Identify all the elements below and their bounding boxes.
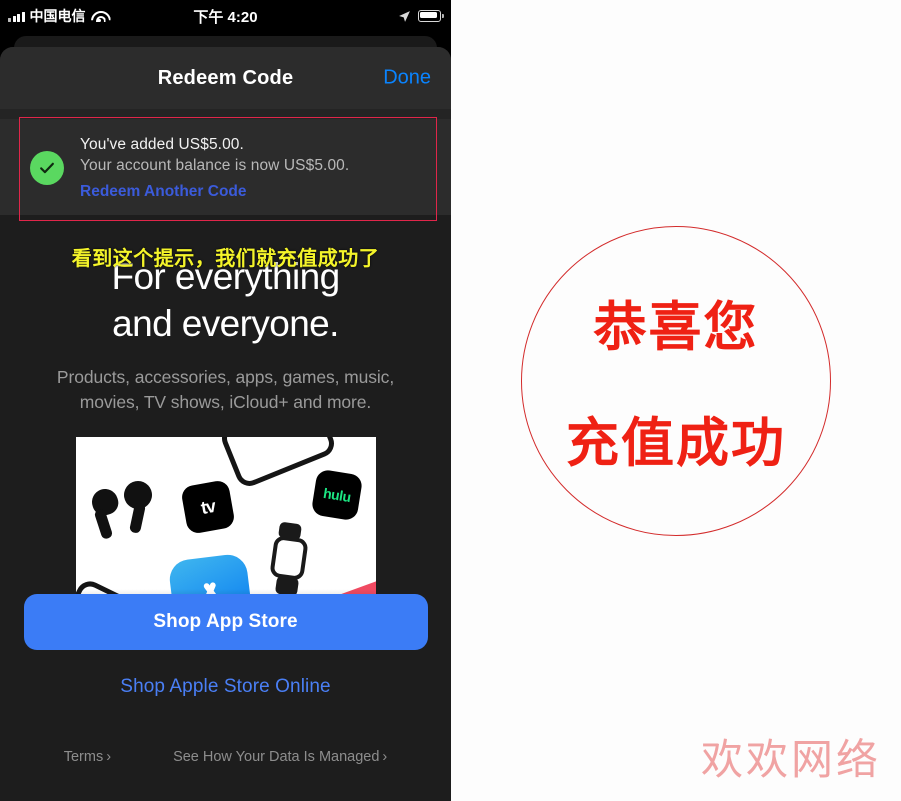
location-arrow-icon [399,10,410,22]
data-managed-label: See How Your Data Is Managed [173,749,380,765]
balance-text: Your account balance is now US$5.00. [80,156,350,174]
apple-tv-icon: tv [179,479,236,536]
done-button[interactable]: Done [383,67,431,90]
data-managed-link[interactable]: See How Your Data Is Managed › [173,749,387,765]
added-amount-text: You've added US$5.00. [80,135,244,153]
shop-apple-store-online-link[interactable]: Shop Apple Store Online [0,676,451,698]
chevron-right-icon: › [106,749,112,765]
phone-screenshot: 中国电信 下午 4:20 Redeem Code Done You've add… [0,0,451,801]
apple-tv-label: tv [198,495,217,519]
shop-app-store-button[interactable]: Shop App Store [23,594,428,650]
annotation-caption: 看到这个提示，我们就充值成功了 [71,248,380,270]
hero-headline-line2: and everyone. [112,303,339,345]
checkmark-circle-icon [30,151,64,185]
terms-link[interactable]: Terms › [64,749,111,765]
right-white-panel: 恭喜您 充值成功 欢欢网络 [451,0,901,801]
status-bar: 中国电信 下午 4:20 [0,0,451,32]
success-banner: You've added US$5.00. Your account balan… [0,119,451,215]
hero-section: For everything and everyone. Products, a… [0,215,451,801]
navigation-bar: Redeem Code Done [0,47,451,109]
page-title: Redeem Code [157,66,294,89]
congratulations-stamp: 恭喜您 充值成功 [521,226,831,536]
redeem-another-code-link[interactable]: Redeem Another Code [80,183,349,201]
terms-label: Terms [63,749,104,765]
hero-subhead-line2: movies, TV shows, iCloud+ and more. [79,392,372,413]
status-bar-right [398,10,444,23]
success-banner-text: You've added US$5.00. Your account balan… [80,136,349,201]
screenshot-root: 中国电信 下午 4:20 Redeem Code Done You've add… [0,0,901,801]
hulu-icon: hulu [310,469,363,522]
battery-icon [418,10,444,22]
redeem-code-sheet: Redeem Code Done You've added US$5.00. Y… [0,47,451,801]
hero-subhead-line1: Products, accessories, apps, games, musi… [56,366,395,387]
apple-watch-icon [268,535,309,582]
hero-subhead: Products, accessories, apps, games, musi… [0,365,451,416]
hulu-label: hulu [321,485,352,506]
stamp-line-2: 充值成功 [566,414,786,473]
stamp-line-1: 恭喜您 [593,298,759,357]
footer-links: Terms › See How Your Data Is Managed › [0,749,451,765]
status-bar-time: 下午 4:20 [193,8,258,26]
cta-section: Shop App Store Shop Apple Store Online [0,594,451,698]
watermark-text: 欢欢网络 [700,735,881,784]
checkmark-glyph [40,162,54,174]
chevron-right-icon-2: › [382,749,388,765]
